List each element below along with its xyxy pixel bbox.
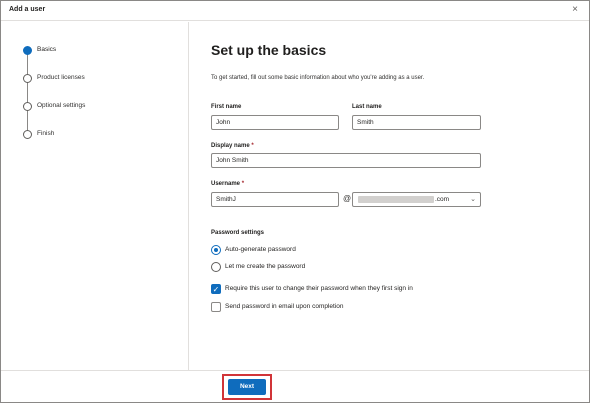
checkbox-label: Require this user to change their passwo…	[225, 285, 413, 292]
username-field[interactable]: SmithJ	[211, 192, 339, 207]
step-current-icon	[23, 46, 32, 55]
last-name-field[interactable]: Smith	[352, 115, 481, 130]
wizard-stepper: Basics Product licenses Optional setting…	[1, 22, 189, 370]
radio-label: Auto-generate password	[225, 246, 296, 253]
let-me-create-radio[interactable]: Let me create the password	[211, 262, 411, 273]
add-user-dialog: Add a user × Basics Product licenses Opt…	[0, 0, 590, 403]
footer-divider	[1, 370, 589, 371]
first-name-label: First name	[211, 104, 242, 110]
last-name-label: Last name	[352, 104, 382, 110]
dialog-title: Add a user	[9, 6, 46, 13]
chevron-down-icon: ⌄	[470, 196, 476, 203]
step-pending-icon	[23, 74, 32, 83]
display-name-label: Display name *	[211, 143, 254, 149]
radio-selected-icon	[211, 245, 221, 255]
first-name-field[interactable]: John	[211, 115, 339, 130]
at-symbol: @	[343, 194, 352, 203]
checkmark-icon: ✓	[211, 284, 221, 294]
unchecked-box-icon	[211, 302, 221, 312]
step-label: Optional settings	[37, 102, 86, 109]
required-mark: *	[251, 143, 254, 149]
require-change-checkbox[interactable]: ✓ Require this user to change their pass…	[211, 284, 481, 295]
required-mark: *	[241, 181, 245, 187]
send-email-checkbox[interactable]: Send password in email upon completion	[211, 302, 411, 313]
username-label: Username *	[211, 181, 245, 187]
domain-suffix: .com	[435, 196, 450, 203]
step-label: Finish	[37, 130, 55, 137]
password-settings-label: Password settings	[211, 230, 265, 236]
next-button[interactable]: Next	[228, 379, 266, 395]
stepper-line	[27, 52, 28, 136]
intro-text: To get started, fill out some basic info…	[211, 75, 425, 81]
radio-unselected-icon	[211, 262, 221, 272]
radio-label: Let me create the password	[225, 263, 306, 270]
close-icon[interactable]: ×	[569, 4, 581, 16]
display-name-field[interactable]: John Smith	[211, 153, 481, 168]
step-label: Basics	[37, 46, 57, 53]
step-pending-icon	[23, 102, 32, 111]
dialog-header: Add a user ×	[1, 1, 589, 21]
page-title: Set up the basics	[211, 42, 327, 58]
redacted-domain	[358, 196, 434, 203]
auto-generate-radio[interactable]: Auto-generate password	[211, 245, 411, 256]
step-label: Product licenses	[37, 74, 85, 81]
step-pending-icon	[23, 130, 32, 139]
checkbox-label: Send password in email upon completion	[225, 303, 344, 310]
domain-select[interactable]: .com ⌄	[352, 192, 481, 207]
